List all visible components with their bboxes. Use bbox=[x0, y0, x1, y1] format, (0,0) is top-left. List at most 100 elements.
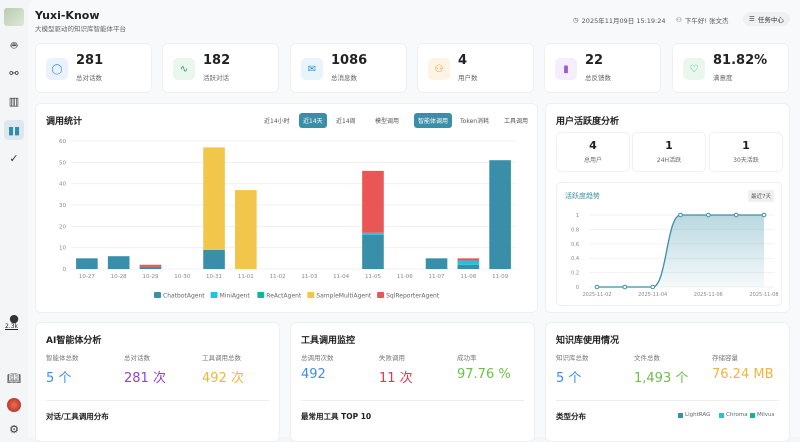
legend-swatch bbox=[307, 292, 315, 298]
stat-label: 总对话数 bbox=[76, 74, 102, 82]
bar-ChatbotAgent bbox=[457, 264, 480, 269]
robot-icon[interactable]: 🤖︎ bbox=[4, 36, 24, 56]
metric-value: 281 次 bbox=[124, 371, 166, 386]
gear-icon[interactable]: ⚙ bbox=[4, 419, 24, 439]
kb-panel: 知识库使用情况 知识库总数 5 个 文件总数 1,493 个 存储容量 76.24 MB 类型… bbox=[545, 322, 790, 442]
y-tick-label: 0 bbox=[576, 285, 579, 291]
value: 4 bbox=[589, 139, 597, 152]
x-tick-label: 11-02 bbox=[270, 274, 286, 280]
legend-label: SampleMultiAgent bbox=[316, 293, 372, 300]
stat-24h-active: 1 24H活跃 bbox=[632, 132, 706, 172]
legend-swatch bbox=[257, 292, 265, 298]
stat-card: ♡ 81.82% 满意度 bbox=[672, 43, 789, 93]
bar-ChatbotAgent bbox=[107, 256, 130, 269]
x-tick-label: 2025-11-08 bbox=[749, 292, 778, 298]
stat-30d-active: 1 30天活跃 bbox=[709, 132, 783, 172]
x-tick-label: 10-30 bbox=[174, 274, 190, 280]
app-logo[interactable] bbox=[4, 8, 24, 26]
y-tick-label: 20 bbox=[59, 224, 66, 230]
greeting-text: 下午好! 张文杰 bbox=[684, 17, 729, 25]
legend-item[interactable]: ChatbotAgent bbox=[154, 292, 205, 300]
book-icon[interactable]: 📖︎ bbox=[4, 368, 24, 388]
legend-item[interactable]: MiniAgent bbox=[210, 292, 251, 300]
y-tick-label: 40 bbox=[59, 182, 66, 188]
graph-icon[interactable]: ⚯ bbox=[4, 63, 24, 83]
legend-item[interactable]: Chroma bbox=[719, 412, 748, 418]
trend-point bbox=[622, 284, 628, 290]
y-tick-label: 0.8 bbox=[571, 227, 579, 233]
legend-label: ChatbotAgent bbox=[163, 293, 205, 300]
section-title: 对话/工具调用分布 bbox=[46, 412, 109, 421]
stat-label: 总反馈数 bbox=[585, 74, 611, 82]
bar-chart-icon: ▮ bbox=[555, 58, 577, 80]
usage-bar-chart: 0 10 20 30 40 50 60 10-27 10-28 10-29 10-30 10-31 11… bbox=[59, 139, 516, 300]
legend-item[interactable]: SampleMultiAgent bbox=[307, 292, 372, 300]
bar-SqlReporterAgent bbox=[139, 264, 162, 267]
metric-value: 97.76 % bbox=[457, 367, 511, 382]
legend-label: ReActAgent bbox=[266, 293, 302, 300]
metric-label: 总调用次数 bbox=[301, 354, 334, 362]
y-tick-label: 0.6 bbox=[571, 242, 579, 248]
bar-ChatbotAgent bbox=[76, 258, 98, 269]
section-title: 类型分布 bbox=[556, 412, 586, 421]
legend-item[interactable]: ReActAgent bbox=[257, 292, 302, 300]
github-stars[interactable]: 2.3k bbox=[5, 323, 18, 330]
dashboard-icon[interactable]: ▮▮ bbox=[4, 120, 24, 140]
task-center-button[interactable]: ☰ 任务中心 bbox=[743, 12, 790, 26]
legend-item[interactable]: SqlReporterAgent bbox=[377, 292, 440, 300]
legend-item[interactable]: Milvus bbox=[750, 412, 774, 418]
user-icon: ⚇ bbox=[676, 16, 682, 24]
legend-item[interactable]: LightRAG bbox=[678, 412, 710, 418]
legend-swatch bbox=[719, 412, 724, 418]
library-icon[interactable]: ▥ bbox=[4, 91, 24, 111]
metric-label: 知识库总数 bbox=[556, 354, 589, 362]
bar-ChatbotAgent bbox=[362, 234, 384, 269]
stat-value: 22 bbox=[585, 53, 604, 68]
check-icon[interactable]: ✓ bbox=[4, 148, 24, 168]
activity-title: 用户活跃度分析 bbox=[556, 117, 620, 127]
x-tick-label: 11-05 bbox=[365, 274, 381, 280]
trend-card: 活跃度趋势 最近7天 0 0.2 0.4 0.6 0.8 1 2025-11-02 2025-… bbox=[556, 182, 782, 306]
y-tick-label: 0 bbox=[63, 267, 67, 273]
heart-icon: ♡ bbox=[683, 58, 705, 80]
trend-point bbox=[678, 212, 683, 218]
x-tick-label: 11-09 bbox=[492, 274, 508, 280]
mail-icon: ✉ bbox=[301, 58, 323, 80]
legend-swatch bbox=[377, 292, 385, 298]
main-content: Yuxi-Know 大模型驱动的知识库智能体平台 ◷ 2025年11月09日 15… bbox=[28, 0, 800, 442]
activity-panel: 用户活跃度分析 4 总用户 1 24H活跃 1 30天活跃 活跃度趋势 最近7天 00… bbox=[545, 103, 790, 313]
avatar[interactable] bbox=[4, 395, 24, 415]
app-title: Yuxi-Know bbox=[35, 9, 100, 22]
legend-label: SqlReporterAgent bbox=[386, 293, 440, 300]
metric-value: 492 bbox=[301, 367, 326, 382]
stat-value: 182 bbox=[203, 53, 231, 68]
stat-label: 用户数 bbox=[458, 74, 478, 82]
metric-label: 成功率 bbox=[457, 354, 477, 362]
stat-card: ▮ 22 总反馈数 bbox=[544, 43, 661, 93]
bar-ChatbotAgent bbox=[203, 249, 225, 269]
legend-swatch bbox=[154, 292, 161, 298]
stat-label: 满意度 bbox=[713, 74, 733, 82]
stat-value: 81.82% bbox=[713, 53, 768, 68]
users-icon: ⚇ bbox=[428, 58, 450, 80]
divider bbox=[301, 400, 524, 401]
metric-value: 5 个 bbox=[46, 371, 72, 386]
clock-icon: ◷ bbox=[573, 16, 579, 24]
trend-point bbox=[650, 284, 655, 290]
sidebar: 🤖︎ ⚯ ▥ ▮▮ ✓ ● 2.3k 📖︎ ⚙ bbox=[0, 0, 28, 437]
panel-title: 知识库使用情况 bbox=[556, 336, 620, 346]
stat-value: 4 bbox=[458, 53, 468, 68]
metric-value: 5 个 bbox=[556, 371, 582, 386]
tools-panel: 工具调用监控 总调用次数 492 失败调用 11 次 成功率 97.76 % 最常用工具 TO… bbox=[290, 322, 535, 442]
metric-label: 文件总数 bbox=[634, 354, 660, 362]
label: 总用户 bbox=[583, 157, 602, 164]
trend-point bbox=[761, 212, 767, 218]
trend-point bbox=[706, 212, 711, 218]
y-tick-label: 30 bbox=[59, 203, 66, 209]
x-tick-label: 11-04 bbox=[333, 274, 349, 280]
x-tick-label: 11-01 bbox=[238, 274, 254, 280]
list-icon: ☰ bbox=[749, 15, 755, 23]
x-tick-label: 10-31 bbox=[206, 274, 222, 280]
greeting: ⚇ 下午好! 张文杰 bbox=[676, 15, 729, 25]
stat-value: 1086 bbox=[331, 53, 368, 68]
